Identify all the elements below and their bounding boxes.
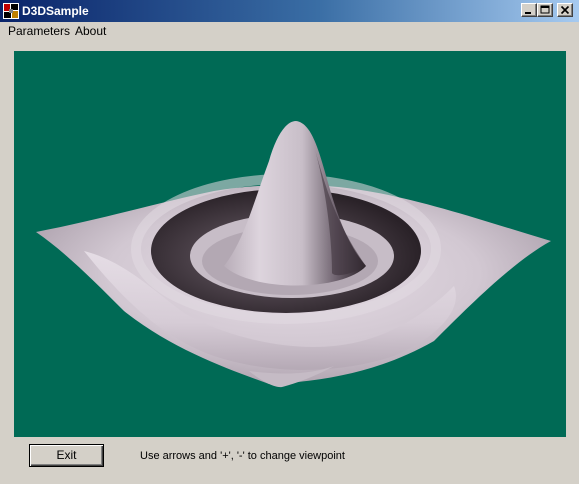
minimize-button[interactable] <box>521 3 537 17</box>
title-bar[interactable]: D3DSample <box>0 0 579 22</box>
render-viewport[interactable] <box>14 51 566 437</box>
maximize-icon <box>540 5 550 14</box>
menu-bar: Parameters About <box>0 22 579 41</box>
maximize-button[interactable] <box>537 3 553 17</box>
window-title: D3DSample <box>22 4 89 18</box>
app-icon[interactable] <box>3 3 19 19</box>
exit-button[interactable]: Exit <box>29 444 104 467</box>
viewpoint-hint: Use arrows and '+', '-' to change viewpo… <box>140 450 345 462</box>
close-button[interactable] <box>557 3 573 17</box>
application-window: D3DSample Parameters About Exit Use arro… <box>0 0 579 484</box>
minimize-icon <box>525 12 531 14</box>
close-icon <box>560 5 570 15</box>
sombrero-surface-render <box>36 121 551 388</box>
menu-about[interactable]: About <box>75 24 106 39</box>
menu-parameters[interactable]: Parameters <box>8 24 70 39</box>
